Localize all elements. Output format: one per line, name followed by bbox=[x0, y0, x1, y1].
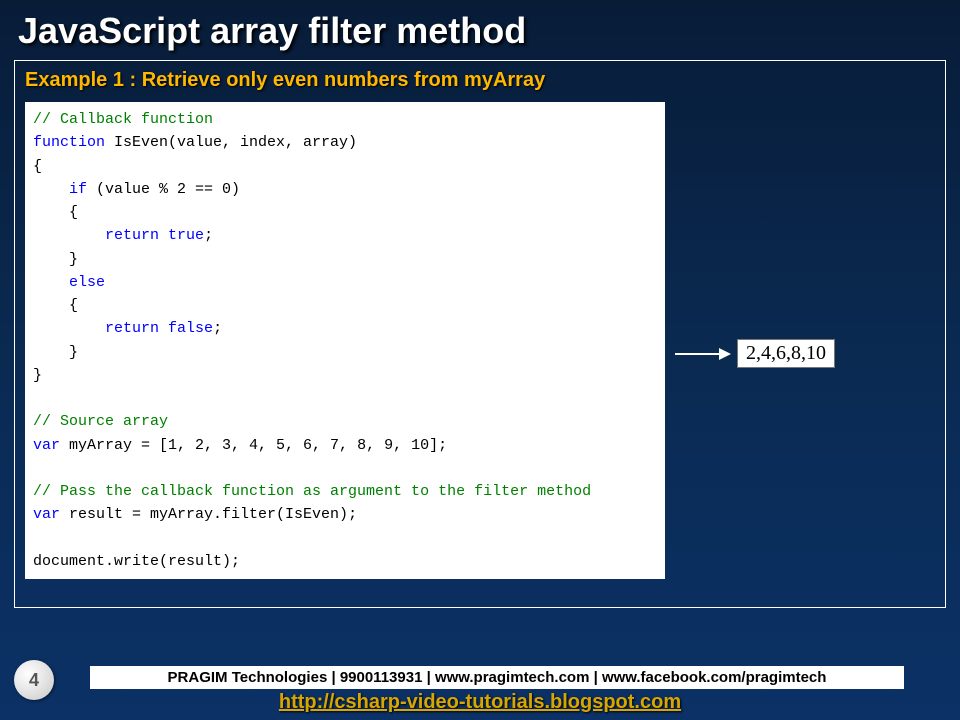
content-panel: Example 1 : Retrieve only even numbers f… bbox=[14, 60, 946, 608]
arrow-icon bbox=[675, 346, 731, 362]
footer-link[interactable]: http://csharp-video-tutorials.blogspot.c… bbox=[279, 691, 681, 713]
example-heading: Example 1 : Retrieve only even numbers f… bbox=[25, 69, 935, 92]
page-number-badge: 4 bbox=[14, 660, 54, 700]
footer: PRAGIM Technologies | 9900113931 | www.p… bbox=[0, 666, 960, 714]
output-value: 2,4,6,8,10 bbox=[737, 339, 835, 368]
code-block: // Callback function function IsEven(val… bbox=[25, 102, 665, 579]
footer-link-row: http://csharp-video-tutorials.blogspot.c… bbox=[0, 691, 960, 714]
slide-title: JavaScript array filter method bbox=[0, 0, 960, 60]
output-group: 2,4,6,8,10 bbox=[675, 339, 835, 368]
footer-info-bar: PRAGIM Technologies | 9900113931 | www.p… bbox=[90, 666, 904, 689]
